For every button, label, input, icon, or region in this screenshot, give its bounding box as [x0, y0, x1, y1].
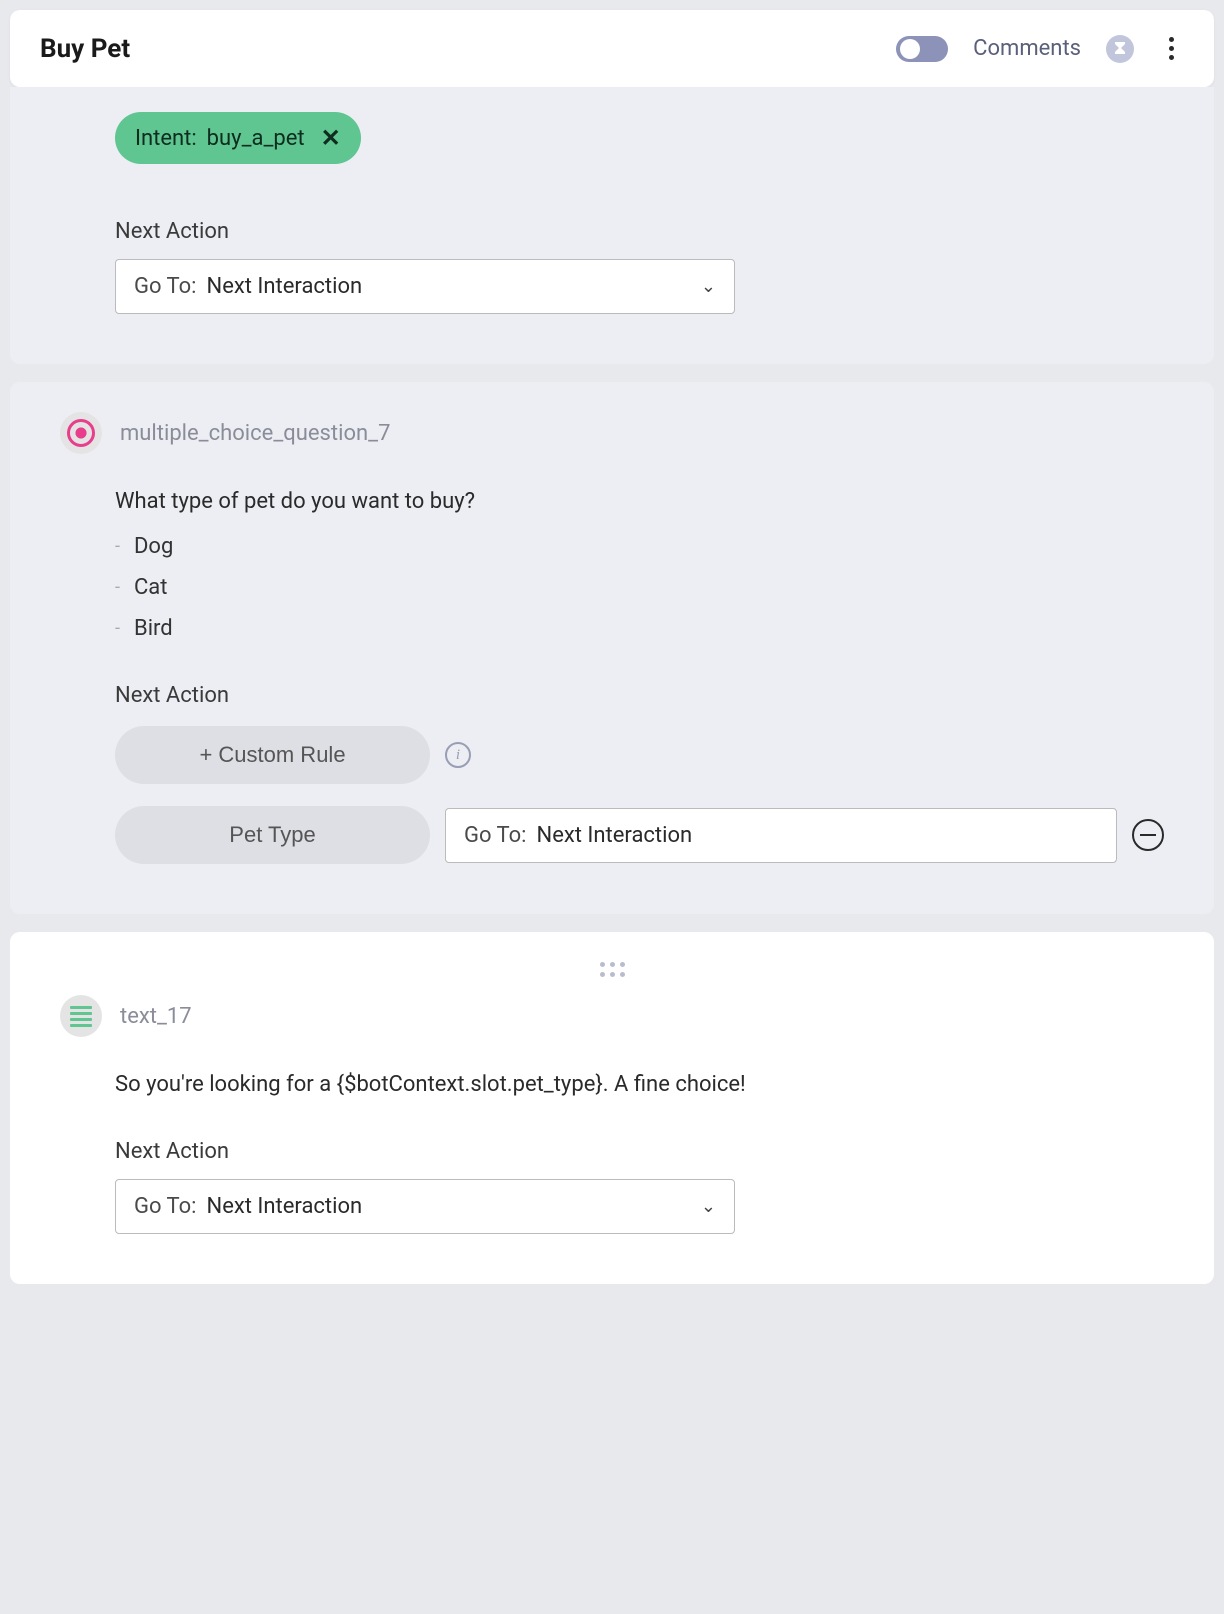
goto-value: Next Interaction [207, 1194, 363, 1219]
option-label: Dog [134, 534, 173, 559]
comments-label: Comments [973, 36, 1081, 61]
option-item[interactable]: - Dog [115, 534, 1164, 559]
dash-icon: - [115, 577, 120, 598]
multiple-choice-card: multiple_choice_question_7 What type of … [10, 382, 1214, 914]
node-name[interactable]: multiple_choice_question_7 [120, 421, 390, 446]
goto-value: Next Interaction [207, 274, 363, 299]
next-action-label: Next Action [115, 1139, 1164, 1164]
text-body[interactable]: So you're looking for a {$botContext.slo… [115, 1072, 1164, 1097]
toggle-knob [900, 39, 920, 59]
next-action-label: Next Action [115, 219, 1164, 244]
drag-handle-icon[interactable] [600, 962, 625, 977]
next-action-select[interactable]: Go To: Next Interaction ⌄ [115, 1179, 735, 1234]
info-icon[interactable]: i [445, 742, 471, 768]
rule-pill-button[interactable]: Pet Type [115, 806, 430, 864]
remove-rule-icon[interactable] [1132, 819, 1164, 851]
chevron-down-icon: ⌄ [701, 276, 716, 297]
add-custom-rule-button[interactable]: + Custom Rule [115, 726, 430, 784]
rule-action-select[interactable]: Go To: Next Interaction [445, 808, 1117, 863]
radio-icon [60, 412, 102, 454]
node-header: multiple_choice_question_7 [60, 412, 1164, 454]
option-label: Bird [134, 616, 173, 641]
dash-icon: - [115, 536, 120, 557]
option-item[interactable]: - Bird [115, 616, 1164, 641]
goto-prefix: Go To: [464, 823, 527, 848]
hourglass-icon[interactable] [1106, 35, 1134, 63]
kebab-menu-button[interactable] [1159, 32, 1184, 65]
intent-chip[interactable]: Intent: buy_a_pet ✕ [115, 112, 361, 164]
page-title: Buy Pet [40, 34, 130, 64]
remove-intent-icon[interactable]: ✕ [321, 124, 341, 152]
page-header: Buy Pet Comments [10, 10, 1214, 87]
text-card: text_17 So you're looking for a {$botCon… [10, 932, 1214, 1284]
dash-icon: - [115, 618, 120, 639]
intent-prefix: Intent: [135, 126, 197, 151]
goto-prefix: Go To: [134, 1194, 197, 1219]
question-text[interactable]: What type of pet do you want to buy? [115, 489, 1164, 514]
chevron-down-icon: ⌄ [701, 1196, 716, 1217]
custom-rule-row: + Custom Rule i [115, 726, 1164, 784]
next-action-select[interactable]: Go To: Next Interaction ⌄ [115, 259, 735, 314]
next-action-label: Next Action [115, 683, 1164, 708]
options-list: - Dog - Cat - Bird [115, 534, 1164, 641]
intent-value: buy_a_pet [207, 126, 305, 151]
header-actions: Comments [896, 32, 1184, 65]
option-item[interactable]: - Cat [115, 575, 1164, 600]
intent-card: Intent: buy_a_pet ✕ Next Action Go To: N… [10, 87, 1214, 364]
option-label: Cat [134, 575, 167, 600]
rule-row: Pet Type Go To: Next Interaction [115, 806, 1164, 864]
node-name[interactable]: text_17 [120, 1004, 192, 1029]
comments-toggle[interactable] [896, 36, 948, 62]
text-icon [60, 995, 102, 1037]
node-header: text_17 [60, 995, 1164, 1037]
goto-value: Next Interaction [537, 823, 693, 848]
goto-prefix: Go To: [134, 274, 197, 299]
